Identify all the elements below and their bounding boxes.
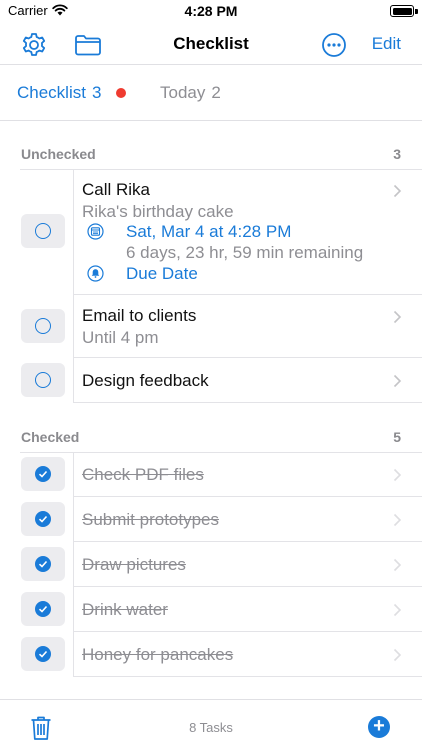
tab-today[interactable]: Today 2 (160, 83, 221, 103)
tab-count: 3 (91, 83, 102, 102)
checkbox[interactable] (21, 637, 65, 671)
task-title: Call Rika (82, 180, 151, 199)
checkmark-circle-icon (35, 601, 51, 617)
chevron-right-icon (393, 513, 402, 527)
chevron-right-icon (393, 558, 402, 572)
chevron-right-icon (393, 374, 402, 388)
edit-button[interactable]: Edit (372, 34, 401, 54)
due-date: Sat, Mar 4 at 4:28 PM (126, 222, 292, 241)
alert-label: Due Date (126, 264, 198, 283)
more-icon[interactable] (320, 31, 348, 59)
section-count: 5 (393, 429, 401, 445)
checkmark-circle-icon (35, 466, 51, 482)
tab-checklist[interactable]: Checklist 3 (17, 83, 101, 103)
chevron-right-icon (393, 648, 402, 662)
task-row-submit-prototypes[interactable]: Submit prototypes (0, 497, 422, 542)
folder-icon[interactable] (74, 31, 102, 59)
checkbox[interactable] (21, 363, 65, 397)
section-header-unchecked: Unchecked 3 (0, 144, 422, 170)
task-title: Honey for pancakes (82, 645, 234, 664)
status-time: 4:28 PM (184, 3, 238, 19)
section-header-checked: Checked 5 (0, 427, 422, 453)
checkbox[interactable] (21, 547, 65, 581)
unchecked-circle-icon (35, 223, 51, 239)
bottom-toolbar: 8 Tasks + (0, 699, 422, 750)
chevron-right-icon (393, 184, 402, 198)
task-row-draw-pictures[interactable]: Draw pictures (0, 542, 422, 587)
chevron-right-icon (393, 310, 402, 324)
nav-bar: Checklist Edit (0, 24, 422, 65)
task-note: Until 4 pm (82, 328, 159, 347)
unchecked-circle-icon (35, 372, 51, 388)
task-row-call-rika[interactable]: Call Rika Rika's birthday cake Sat, Mar … (0, 170, 422, 295)
add-task-button[interactable]: + (368, 715, 390, 738)
page-title: Checklist (173, 34, 249, 53)
section-title: Checked (21, 429, 80, 445)
task-title: Draw pictures (82, 555, 186, 574)
battery-cap (415, 9, 418, 14)
unchecked-circle-icon (35, 318, 51, 334)
tab-bar: Checklist 3 Today 2 (0, 65, 422, 121)
task-row-email-to-clients[interactable]: Email to clients Until 4 pm (0, 295, 422, 358)
battery-icon (390, 5, 414, 17)
status-bar: Carrier 4:28 PM (0, 0, 422, 24)
checkbox[interactable] (21, 309, 65, 343)
task-row-design-feedback[interactable]: Design feedback (0, 358, 422, 403)
section-count: 3 (393, 146, 401, 162)
plus-icon: + (373, 715, 385, 737)
time-remaining: 6 days, 23 hr, 59 min remaining (126, 243, 364, 262)
checkbox[interactable] (21, 502, 65, 536)
checkbox[interactable] (21, 214, 65, 248)
section-title: Unchecked (21, 146, 96, 162)
checkmark-circle-icon (35, 646, 51, 662)
task-title: Design feedback (82, 371, 209, 390)
chevron-right-icon (393, 468, 402, 482)
gear-icon[interactable] (20, 31, 48, 59)
checkbox[interactable] (21, 457, 65, 491)
task-row-drink-water[interactable]: Drink water (0, 587, 422, 632)
task-title: Check PDF files (82, 465, 204, 484)
task-title: Submit prototypes (82, 510, 220, 529)
bell-icon (87, 265, 104, 282)
task-row-check-pdf-files[interactable]: Check PDF files (0, 452, 422, 497)
checkbox[interactable] (21, 592, 65, 626)
tab-label: Checklist (17, 83, 86, 102)
task-title: Drink water (82, 600, 168, 619)
calendar-icon (87, 223, 104, 240)
task-count: 8 Tasks (189, 720, 233, 735)
checkmark-circle-icon (35, 556, 51, 572)
task-note: Rika's birthday cake (82, 202, 234, 221)
tab-label: Today (160, 83, 206, 102)
chevron-right-icon (393, 603, 402, 617)
tab-count: 2 (211, 83, 221, 102)
task-row-honey-for-pancakes[interactable]: Honey for pancakes (0, 632, 422, 677)
task-title: Email to clients (82, 306, 197, 325)
notification-dot (116, 88, 126, 98)
checkmark-circle-icon (35, 511, 51, 527)
